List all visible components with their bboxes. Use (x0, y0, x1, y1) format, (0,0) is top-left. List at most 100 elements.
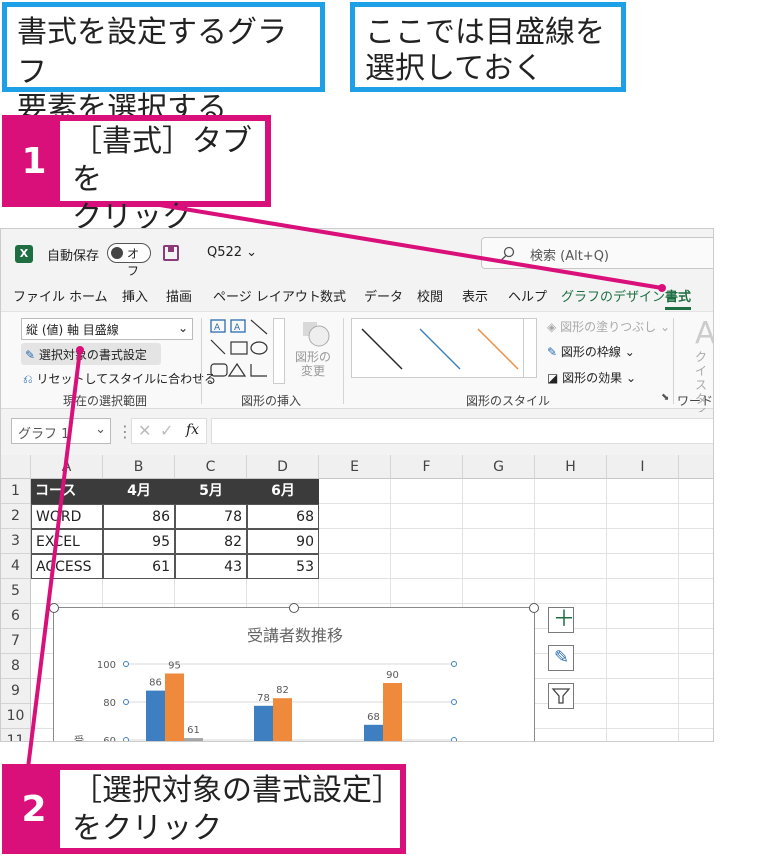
data-label[interactable]: 61 (187, 725, 200, 736)
shape-effects-button[interactable]: ◪ 図形の効果 ⌄ (547, 369, 636, 386)
chart-elements-button[interactable]: ＋ (548, 607, 575, 633)
tab-view[interactable]: 表示 (462, 286, 488, 305)
data-label[interactable]: 53 (405, 740, 418, 742)
data-label[interactable]: 78 (257, 693, 270, 704)
column-header[interactable]: D (247, 455, 319, 479)
bar[interactable] (364, 724, 383, 742)
column-header[interactable]: F (391, 455, 463, 479)
cancel-icon[interactable]: ✕ (138, 421, 151, 440)
bar[interactable] (383, 683, 402, 742)
chart-styles-button[interactable]: ✎ (548, 645, 574, 671)
table-header-cell[interactable]: コース (31, 479, 103, 504)
tab-review[interactable]: 校閲 (417, 286, 443, 305)
table-header-cell[interactable]: 6月 (247, 479, 319, 504)
gridline-handle[interactable] (451, 661, 457, 667)
column-header[interactable]: G (463, 455, 535, 479)
tab-page-layout[interactable]: ページ レイアウト (213, 286, 321, 305)
row-header[interactable]: 2 (1, 504, 31, 529)
table-cell[interactable]: 82 (175, 529, 247, 554)
table-cell[interactable]: 61 (103, 554, 175, 579)
bar[interactable] (184, 738, 203, 742)
table-cell[interactable]: 95 (103, 529, 175, 554)
row-header[interactable]: 6 (1, 604, 31, 629)
shape-gallery[interactable]: A A (209, 316, 271, 386)
shape-fill-button[interactable]: ◈ 図形の塗りつぶし ⌄ (547, 318, 670, 335)
data-label[interactable]: 86 (149, 678, 162, 689)
y-axis-title[interactable]: 受 (74, 735, 84, 742)
gridline-handle[interactable] (451, 737, 457, 743)
tab-format[interactable]: 書式 (665, 286, 692, 310)
shape-change-button[interactable]: 図形の 変更 (295, 350, 331, 378)
gridline-handle[interactable] (123, 737, 129, 743)
tab-insert[interactable]: 挿入 (122, 286, 148, 305)
resize-handle[interactable] (49, 603, 59, 613)
row-header[interactable]: 9 (1, 679, 31, 704)
name-box[interactable]: グラフ 1 ⌄ (11, 418, 111, 444)
confirm-icon[interactable]: ✓ (160, 421, 173, 440)
column-header[interactable]: A (31, 455, 103, 479)
row-header[interactable]: 8 (1, 654, 31, 679)
data-label[interactable]: 95 (168, 661, 181, 672)
column-header[interactable]: B (103, 455, 175, 479)
style-gallery-scroll[interactable] (523, 318, 537, 378)
shape-outline-button[interactable]: ✎ 図形の枠線 ⌄ (547, 343, 635, 360)
reset-style-button[interactable]: ⎌ リセットしてスタイルに合わせる (23, 370, 216, 387)
table-cell[interactable]: 68 (247, 504, 319, 529)
column-header[interactable]: I (607, 455, 679, 479)
tab-chart-design[interactable]: グラフのデザイン (561, 286, 665, 305)
column-header[interactable] (679, 455, 713, 479)
y-tick-label[interactable]: 100 (97, 660, 116, 671)
select-all-corner[interactable] (1, 455, 31, 479)
autosave-toggle[interactable]: オフ (107, 243, 151, 278)
search-box[interactable]: 検索 (Alt+Q) (481, 237, 713, 269)
table-cell[interactable]: 53 (247, 554, 319, 579)
y-tick-label[interactable]: 60 (103, 736, 116, 742)
gridline-handle[interactable] (123, 699, 129, 705)
row-header[interactable]: 10 (1, 704, 31, 729)
table-header-cell[interactable]: 5月 (175, 479, 247, 504)
data-label[interactable]: 82 (276, 685, 289, 696)
table-cell[interactable]: 90 (247, 529, 319, 554)
chart-plot[interactable]: 1008060受867868958290614353 (54, 608, 536, 742)
tab-formulas[interactable]: 数式 (320, 286, 346, 305)
gridline-handle[interactable] (123, 661, 129, 667)
table-cell[interactable]: EXCEL (31, 529, 103, 554)
chart-area[interactable]: 受講者数推移 1008060受867868958290614353 (49, 603, 539, 742)
data-label[interactable]: 90 (386, 670, 399, 681)
data-label[interactable]: 68 (367, 712, 380, 723)
table-header-cell[interactable]: 4月 (103, 479, 175, 504)
tab-help[interactable]: ヘルプ (508, 286, 547, 305)
tab-data[interactable]: データ (364, 286, 403, 305)
row-header[interactable]: 7 (1, 629, 31, 654)
row-header[interactable]: 5 (1, 579, 31, 604)
tab-draw[interactable]: 描画 (166, 286, 192, 305)
resize-handle[interactable] (289, 603, 299, 613)
bar[interactable] (273, 698, 292, 742)
tab-home[interactable]: ホーム (69, 286, 108, 305)
tab-file[interactable]: ファイル (13, 286, 65, 305)
column-header[interactable]: H (535, 455, 607, 479)
gallery-scroll[interactable] (273, 318, 285, 384)
row-header[interactable]: 11 (1, 729, 31, 741)
chart-filters-button[interactable] (548, 683, 574, 709)
row-header[interactable]: 4 (1, 554, 31, 579)
table-cell[interactable]: WORD (31, 504, 103, 529)
format-selection-button[interactable]: ✎ 選択対象の書式設定 (21, 343, 161, 365)
bar[interactable] (165, 673, 184, 743)
save-icon[interactable] (163, 245, 179, 261)
table-cell[interactable]: 43 (175, 554, 247, 579)
row-header[interactable]: 1 (1, 479, 31, 504)
shape-style-gallery[interactable] (351, 318, 537, 378)
chart-element-dropdown[interactable]: 縦 (値) 軸 目盛線 ⌄ (21, 318, 193, 340)
bar[interactable] (254, 705, 273, 742)
resize-handle[interactable] (529, 603, 539, 613)
file-name[interactable]: Q522 ⌄ (207, 245, 257, 260)
y-tick-label[interactable]: 80 (103, 698, 116, 709)
column-header[interactable]: E (319, 455, 391, 479)
dialog-launcher-icon[interactable]: ⬊ (661, 392, 669, 403)
column-header[interactable]: C (175, 455, 247, 479)
formula-input[interactable] (211, 418, 713, 444)
table-cell[interactable]: 78 (175, 504, 247, 529)
insert-function-button[interactable]: fx (186, 422, 199, 438)
table-cell[interactable]: 86 (103, 504, 175, 529)
